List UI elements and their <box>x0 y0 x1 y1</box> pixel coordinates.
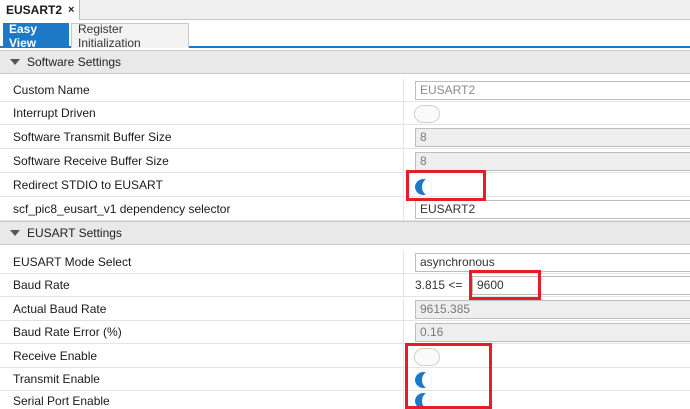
custom-name-input[interactable]: EUSART2 <box>415 81 690 100</box>
redirect-stdio-label: Redirect STDIO to EUSART <box>13 178 163 192</box>
row-dependency-selector: scf_pic8_eusart_v1 dependency selector E… <box>0 198 690 221</box>
dependency-selector-dropdown[interactable]: EUSART2 <box>415 200 690 219</box>
collapse-triangle-icon[interactable] <box>10 59 20 65</box>
interrupt-driven-toggle[interactable] <box>414 105 440 123</box>
highlight-box-redirect-stdio <box>406 170 486 201</box>
eusart-mode-dropdown[interactable]: asynchronous <box>415 253 690 272</box>
baud-rate-error-label: Baud Rate Error (%) <box>13 325 122 339</box>
row-custom-name: Custom Name EUSART2 <box>0 79 690 102</box>
highlight-box-enables <box>405 343 492 409</box>
row-redirect-stdio: Redirect STDIO to EUSART <box>0 174 690 197</box>
row-receive-enable: Receive Enable <box>0 345 690 368</box>
section-eusart-settings[interactable]: EUSART Settings <box>0 221 690 245</box>
tab-eusart2-label: EUSART2 <box>6 3 63 17</box>
row-baud-rate-error: Baud Rate Error (%) 0.16 <box>0 321 690 344</box>
section-title: Software Settings <box>27 55 122 69</box>
actual-baud-rate-label: Actual Baud Rate <box>13 302 107 316</box>
document-tab-bar: EUSART2 × <box>0 0 690 20</box>
baud-rate-error-field[interactable]: 0.16 <box>415 323 690 342</box>
row-tx-buffer-size: Software Transmit Buffer Size 8 <box>0 126 690 149</box>
row-eusart-mode: EUSART Mode Select asynchronous <box>0 251 690 274</box>
dependency-selector-label: scf_pic8_eusart_v1 dependency selector <box>13 202 231 216</box>
custom-name-label: Custom Name <box>13 83 90 97</box>
baud-rate-min: 3.815 <= <box>415 278 463 292</box>
tx-buffer-size-field[interactable]: 8 <box>415 128 690 147</box>
close-icon[interactable]: × <box>68 4 74 16</box>
row-baud-rate: Baud Rate 3.815 <= 9600 <box>0 274 690 297</box>
tab-register-initialization[interactable]: Register Initialization <box>71 22 189 50</box>
tab-eusart2[interactable]: EUSART2 × <box>0 0 80 20</box>
row-rx-buffer-size: Software Receive Buffer Size 8 <box>0 150 690 173</box>
receive-enable-label: Receive Enable <box>13 349 98 363</box>
row-interrupt-driven: Interrupt Driven <box>0 102 690 125</box>
actual-baud-rate-field[interactable]: 9615.385 <box>415 300 690 319</box>
interrupt-driven-label: Interrupt Driven <box>13 106 96 120</box>
row-actual-baud-rate: Actual Baud Rate 9615.385 <box>0 298 690 321</box>
tx-buffer-size-label: Software Transmit Buffer Size <box>13 130 172 144</box>
eusart-mode-label: EUSART Mode Select <box>13 255 132 269</box>
tab-easy-view[interactable]: Easy View <box>3 22 69 50</box>
section-title: EUSART Settings <box>27 226 122 240</box>
rx-buffer-size-label: Software Receive Buffer Size <box>13 154 169 168</box>
collapse-triangle-icon[interactable] <box>10 230 20 236</box>
row-serial-port-enable: Serial Port Enable <box>0 390 690 409</box>
highlight-box-baud-rate <box>469 270 541 300</box>
serial-port-enable-label: Serial Port Enable <box>13 394 110 408</box>
baud-rate-label: Baud Rate <box>13 278 70 292</box>
rx-buffer-size-field[interactable]: 8 <box>415 152 690 171</box>
row-transmit-enable: Transmit Enable <box>0 368 690 391</box>
view-tab-bar: Easy View Register Initialization <box>0 20 690 50</box>
transmit-enable-label: Transmit Enable <box>13 372 100 386</box>
section-software-settings[interactable]: Software Settings <box>0 50 690 74</box>
